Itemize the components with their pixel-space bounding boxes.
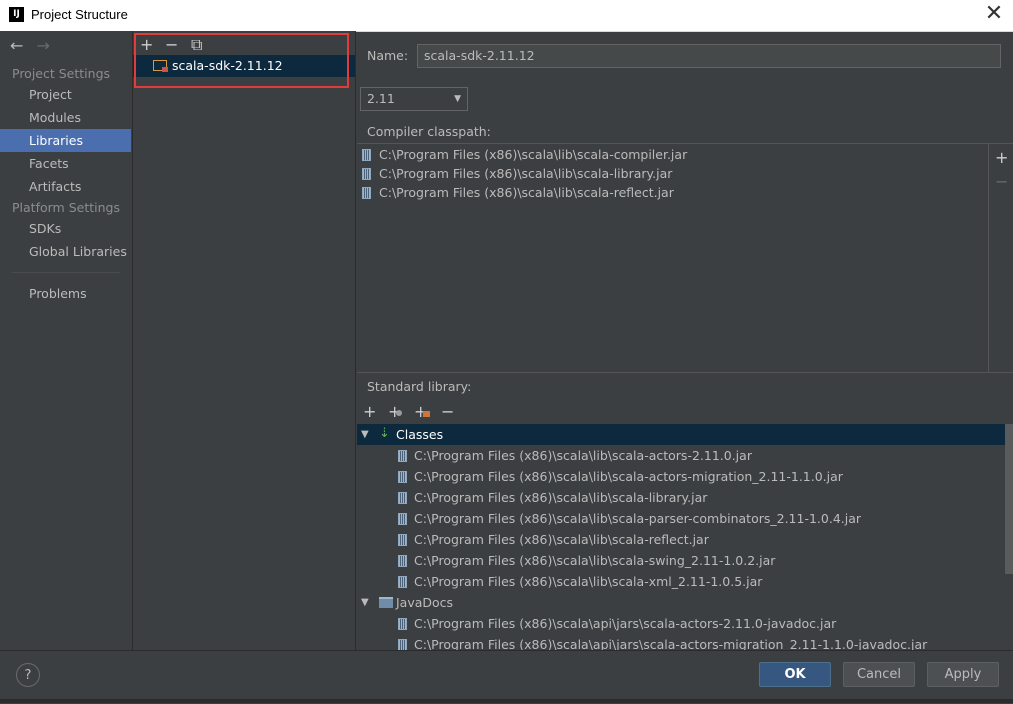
library-item-label: scala-sdk-2.11.12 [172,58,283,73]
sidebar-item-modules[interactable]: Modules [0,106,131,129]
library-folder-icon [153,60,168,72]
sidebar-item-problems[interactable]: Problems [0,282,131,305]
javadocs-folder-icon [379,597,393,608]
name-field[interactable]: scala-sdk-2.11.12 [417,44,1001,68]
jar-icon [362,149,371,161]
classes-root-icon: ⇣ [379,426,390,441]
tree-entry: C:\Program Files (x86)\scala\lib\scala-r… [414,532,709,547]
copy-icon[interactable]: ⧉ [191,35,202,55]
jar-icon [362,187,371,199]
expand-triangle-icon[interactable]: ▼ [361,424,369,445]
tree-row[interactable]: C:\Program Files (x86)\scala\lib\scala-x… [357,571,1005,592]
tree-entry: C:\Program Files (x86)\scala\lib\scala-p… [414,511,862,526]
classpath-entry: C:\Program Files (x86)\scala\lib\scala-c… [379,147,688,162]
section-project-settings: Project Settings [12,66,111,81]
classpath-entry: C:\Program Files (x86)\scala\lib\scala-r… [379,185,674,200]
add-icon[interactable]: + [363,402,376,421]
ok-button[interactable]: OK [759,662,831,687]
tree-entry: C:\Program Files (x86)\scala\lib\scala-x… [414,574,763,589]
jar-icon [398,534,407,546]
remove-icon[interactable]: − [165,35,178,54]
tree-row[interactable]: C:\Program Files (x86)\scala\api\jars\sc… [357,634,1005,650]
tree-row[interactable]: C:\Program Files (x86)\scala\lib\scala-a… [357,445,1005,466]
classes-badge-icon [396,410,402,416]
sidebar-divider [12,272,120,273]
compiler-classpath-label: Compiler classpath: [367,124,491,139]
scala-version-value: 2.11 [367,91,395,106]
dialog-footer: ? OK Cancel Apply [0,650,1013,704]
back-arrow-icon[interactable]: ← [10,36,23,55]
standard-library-label: Standard library: [367,379,472,394]
tree-row[interactable]: C:\Program Files (x86)\scala\lib\scala-r… [357,529,1005,550]
remove-classpath-icon[interactable]: − [995,172,1008,191]
tree-row[interactable]: C:\Program Files (x86)\scala\lib\scala-s… [357,550,1005,571]
jar-icon [362,168,371,180]
tree-entry: C:\Program Files (x86)\scala\lib\scala-l… [414,490,708,505]
tree-scrollbar[interactable] [1005,424,1013,650]
tree-row[interactable]: C:\Program Files (x86)\scala\api\jars\sc… [357,613,1005,634]
sidebar-item-sdks[interactable]: SDKs [0,217,131,240]
library-item-scala-sdk[interactable]: scala-sdk-2.11.12 [133,55,355,77]
tree-entry: C:\Program Files (x86)\scala\lib\scala-a… [414,469,843,484]
scrollbar-thumb[interactable] [1005,424,1013,574]
apply-button[interactable]: Apply [927,662,999,687]
sidebar-item-artifacts[interactable]: Artifacts [0,175,131,198]
tree-row[interactable]: C:\Program Files (x86)\scala\lib\scala-a… [357,466,1005,487]
cancel-button[interactable]: Cancel [843,662,915,687]
standard-library-toolbar: + + + − [357,402,1013,424]
close-icon[interactable]: ✕ [981,2,1007,28]
sidebar-item-global-libraries[interactable]: Global Libraries [0,240,131,263]
tree-row[interactable]: C:\Program Files (x86)\scala\lib\scala-p… [357,508,1005,529]
jar-icon [398,576,407,588]
tree-node-javadocs[interactable]: ▼ JavaDocs [357,592,1005,613]
jar-icon [398,513,407,525]
tree-entry: C:\Program Files (x86)\scala\lib\scala-s… [414,553,776,568]
jar-icon [398,450,407,462]
section-divider [357,372,1013,373]
jar-icon [398,492,407,504]
libraries-list-panel: + − ⧉ scala-sdk-2.11.12 [133,31,356,650]
compiler-classpath-list: C:\Program Files (x86)\scala\lib\scala-c… [357,143,988,372]
chevron-down-icon: ▼ [454,94,461,104]
window-bottom-edge [0,699,1013,703]
help-icon[interactable]: ? [16,663,40,687]
jar-icon [398,618,407,630]
tree-row[interactable]: C:\Program Files (x86)\scala\lib\scala-l… [357,487,1005,508]
add-classpath-icon[interactable]: + [995,148,1008,167]
settings-sidebar: ← → Project Settings Project Modules Lib… [0,31,133,650]
tree-entry: C:\Program Files (x86)\scala\lib\scala-a… [414,448,752,463]
sidebar-item-facets[interactable]: Facets [0,152,131,175]
forward-arrow-icon[interactable]: → [37,36,50,55]
tree-entry: C:\Program Files (x86)\scala\api\jars\sc… [414,616,837,631]
nav-arrows: ← → [10,36,58,55]
remove-icon[interactable]: − [441,402,454,421]
tree-node-classes[interactable]: ▼ ⇣ Classes [357,424,1005,445]
jar-icon [398,555,407,567]
sidebar-item-project[interactable]: Project [0,83,131,106]
title-bar: IJ Project Structure ✕ [0,0,1013,32]
tree-node-label: Classes [396,427,444,442]
sidebar-item-libraries[interactable]: Libraries [0,129,131,152]
classpath-entry: C:\Program Files (x86)\scala\lib\scala-l… [379,166,673,181]
javadoc-badge-icon [423,411,430,417]
tree-node-label: JavaDocs [396,595,454,610]
jar-icon [398,471,407,483]
expand-triangle-icon[interactable]: ▼ [361,592,369,613]
name-label: Name: [367,48,409,63]
classpath-side-toolbar: + − [988,143,1013,372]
tree-entry: C:\Program Files (x86)\scala\api\jars\sc… [414,637,928,650]
intellij-app-icon: IJ [9,7,24,22]
section-platform-settings: Platform Settings [12,200,120,215]
jar-icon [398,639,407,650]
scala-version-select[interactable]: 2.11 ▼ [360,87,468,111]
add-icon[interactable]: + [140,35,153,54]
window-title: Project Structure [31,7,128,22]
standard-library-tree: ▼ ⇣ Classes C:\Program Files (x86)\scala… [357,424,1005,650]
